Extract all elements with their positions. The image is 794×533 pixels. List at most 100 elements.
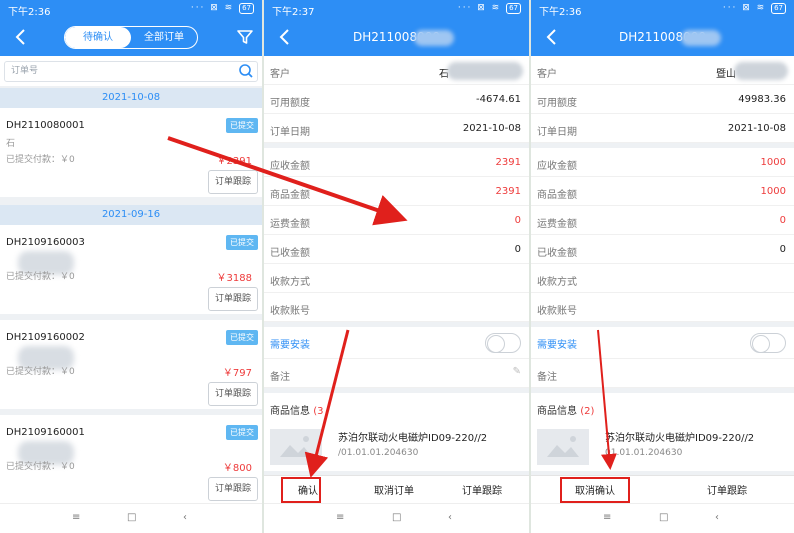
track-order-button[interactable]: 订单跟踪 — [208, 382, 258, 406]
order-amount: ￥800 — [222, 463, 252, 474]
product-image-placeholder — [270, 429, 322, 465]
back-icon[interactable] — [10, 26, 32, 48]
redacted-title-suffix — [681, 30, 721, 46]
field-label: 商品金额 — [270, 190, 310, 201]
status-badge: 已提交 — [226, 330, 258, 345]
screenshot-collage: 下午2:36 ··· ⊠ ≋ 67 待确认 全部订单 订单号 2021-10-0… — [0, 0, 794, 533]
back-key[interactable]: ‹ — [183, 512, 187, 523]
goods-amount-value: 1000 — [760, 186, 786, 197]
order-customer: 石 — [6, 139, 16, 149]
home-key[interactable]: □ — [392, 512, 401, 523]
search-bar: 订单号 — [0, 56, 262, 86]
back-key[interactable]: ‹ — [448, 512, 452, 523]
product-item[interactable]: 苏泊尔联动火电磁炉ID09-220//2 /01.01.01.204630 — [264, 421, 529, 471]
back-key[interactable]: ‹ — [715, 512, 719, 523]
order-code: DH2109160003 — [6, 237, 85, 248]
track-order-button[interactable]: 订单跟踪 — [208, 170, 258, 194]
field-label: 已收金额 — [270, 248, 310, 259]
search-icon[interactable] — [238, 63, 254, 87]
menu-key[interactable]: ≡ — [336, 512, 344, 523]
product-code: /01.01.01.204630 — [338, 448, 419, 458]
status-bar: 下午2:36 ··· ⊠ ≋ 67 — [0, 0, 262, 18]
pay-method-row[interactable]: 收款方式 — [264, 264, 529, 293]
home-key[interactable]: □ — [659, 512, 668, 523]
goods-amount-value: 2391 — [495, 186, 521, 197]
date-row: 订单日期 2021-10-08 — [531, 114, 794, 143]
redacted-customer — [734, 62, 788, 80]
track-order-button[interactable]: 订单跟踪 — [208, 477, 258, 501]
order-tabs: 待确认 全部订单 — [64, 26, 198, 49]
order-detail-screen: 下午2:37 ··· ⊠ ≋ 67 DH211008000 客户 石 可用额度 … — [264, 0, 529, 533]
redacted-customer — [447, 62, 523, 80]
track-order-button[interactable]: 订单跟踪 — [462, 482, 502, 497]
product-item[interactable]: 苏泊尔联动火电磁炉ID09-220//2 01.01.01.204630 — [531, 421, 794, 471]
status-icons: ··· ⊠ ≋ 67 — [723, 3, 786, 14]
field-label: 备注 — [537, 372, 557, 383]
receivable-value: 1000 — [760, 157, 786, 168]
status-badge: 已提交 — [226, 118, 258, 133]
field-label: 商品金额 — [537, 190, 577, 201]
order-card[interactable]: DH2109160002 已提交 已提交付款：￥0 ￥797 订单跟踪 — [0, 320, 262, 415]
field-label: 运费金额 — [270, 219, 310, 230]
menu-key[interactable]: ≡ — [72, 512, 80, 523]
filter-icon[interactable] — [234, 26, 256, 48]
remark-row[interactable]: 备注 ✎ — [264, 359, 529, 388]
date-group-header: 2021-09-16 — [0, 205, 262, 225]
goods-amount-row: 商品金额 2391 — [264, 177, 529, 206]
field-label: 已收金额 — [537, 248, 577, 259]
order-amount: ￥3188 — [216, 273, 252, 284]
credit-value: -4674.61 — [476, 94, 521, 105]
tab-pending[interactable]: 待确认 — [65, 27, 131, 48]
order-detail: 客户 石 可用额度 -4674.61 订单日期 2021-10-08 应收金额 … — [264, 56, 529, 475]
field-label: 收款方式 — [270, 277, 310, 288]
field-label: 订单日期 — [537, 127, 577, 138]
products-count: (2) — [580, 406, 595, 417]
order-code: DH2110080001 — [6, 120, 85, 131]
received-row: 已收金额 0 — [264, 235, 529, 264]
goods-amount-row: 商品金额 1000 — [531, 177, 794, 206]
pay-account-row[interactable]: 收款账号 — [531, 293, 794, 322]
system-nav-bar: ≡ □ ‹ — [0, 503, 262, 533]
field-label: 备注 — [270, 372, 290, 383]
edit-icon[interactable]: ✎ — [513, 366, 521, 377]
receivable-row: 应收金额 2391 — [264, 148, 529, 177]
products-header: 商品信息 (3 — [264, 393, 529, 421]
order-detail: 客户 暨山 可用额度 49983.36 订单日期 2021-10-08 应收金额… — [531, 56, 794, 475]
track-order-button[interactable]: 订单跟踪 — [208, 287, 258, 311]
order-card[interactable]: DH2109160001 已提交 已提交付款：￥0 ￥800 订单跟踪 — [0, 415, 262, 510]
highlight-box — [281, 477, 321, 503]
product-code: 01.01.01.204630 — [605, 448, 683, 458]
home-key[interactable]: □ — [127, 512, 136, 523]
pay-method-row[interactable]: 收款方式 — [531, 264, 794, 293]
status-time: 下午2:36 — [8, 7, 51, 18]
field-label: 可用额度 — [537, 98, 577, 109]
products-label: 商品信息 (2) — [537, 406, 595, 417]
system-nav-bar: ≡ □ ‹ — [264, 503, 529, 533]
cancel-order-button[interactable]: 取消订单 — [374, 482, 414, 497]
install-toggle[interactable] — [485, 333, 521, 353]
page-title: DH211008000 — [619, 30, 706, 44]
order-paid: 已提交付款：￥0 — [6, 272, 75, 282]
remark-row[interactable]: 备注 — [531, 359, 794, 388]
tab-all-orders[interactable]: 全部订单 — [131, 27, 197, 48]
page-title: DH211008000 — [353, 30, 440, 44]
install-row: 需要安装 — [264, 327, 529, 359]
field-label: 可用额度 — [270, 98, 310, 109]
menu-key[interactable]: ≡ — [603, 512, 611, 523]
field-label: 客户 — [537, 69, 557, 80]
install-toggle[interactable] — [750, 333, 786, 353]
order-card[interactable]: DH2110080001 已提交 石 已提交付款：￥0 ￥2391 订单跟踪 — [0, 108, 262, 203]
redacted-title-suffix — [414, 30, 454, 46]
field-label: 应收金额 — [537, 161, 577, 172]
freight-value: 0 — [779, 215, 786, 226]
search-input[interactable]: 订单号 — [4, 61, 258, 82]
products-count: (3 — [313, 406, 324, 417]
order-card[interactable]: DH2109160003 已提交 已提交付款：￥0 ￥3188 订单跟踪 — [0, 225, 262, 320]
status-icons: ··· ⊠ ≋ 67 — [458, 3, 521, 14]
received-value: 0 — [779, 244, 786, 255]
status-time: 下午2:36 — [539, 7, 582, 18]
product-name: 苏泊尔联动火电磁炉ID09-220//2 — [338, 433, 488, 444]
pay-account-row[interactable]: 收款账号 — [264, 293, 529, 322]
track-order-button[interactable]: 订单跟踪 — [707, 482, 747, 497]
status-badge: 已提交 — [226, 425, 258, 440]
